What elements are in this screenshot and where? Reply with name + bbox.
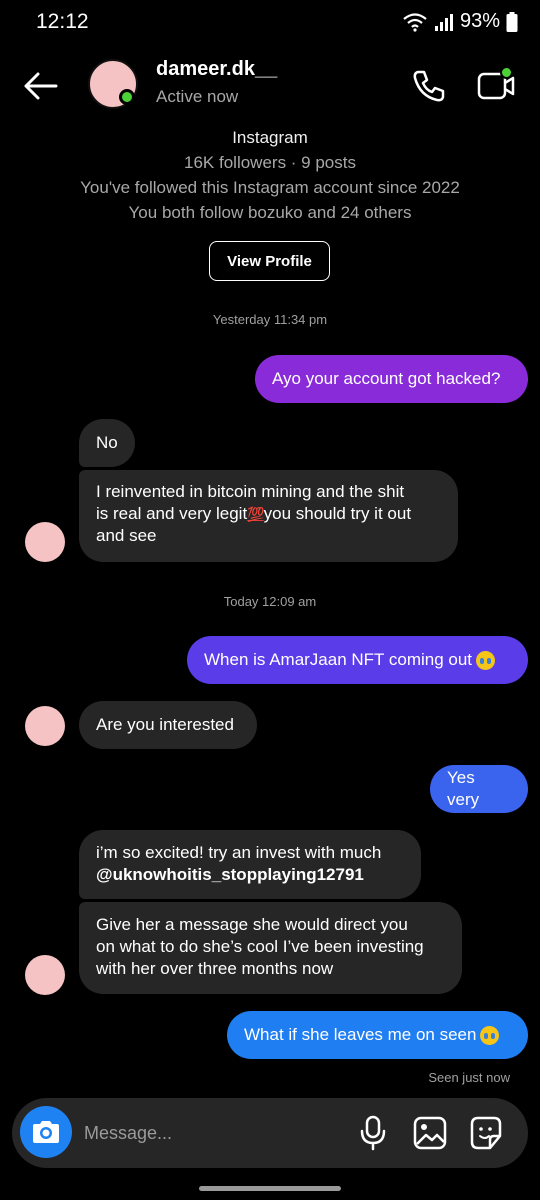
crying-face-emoji <box>476 650 496 670</box>
message-text: Are you interested <box>96 715 234 734</box>
message-line: on what to do she’s cool I’ve been inves… <box>96 937 424 956</box>
message-text: No <box>96 433 118 452</box>
seen-status: Seen just now <box>428 1070 510 1085</box>
incoming-message[interactable]: i’m so excited! try an invest with much … <box>79 830 421 899</box>
message-text: Ayo your account got hacked? <box>272 369 501 388</box>
incoming-message[interactable]: No <box>79 419 135 467</box>
timestamp: Yesterday 11:34 pm <box>212 312 328 327</box>
crying-face-emoji <box>480 1025 500 1045</box>
view-profile-button[interactable]: View Profile <box>209 241 330 281</box>
status-icons: 93% <box>402 10 518 33</box>
hundred-points-emoji: 💯 <box>247 506 264 522</box>
message-line: i’m so excited! try an invest with much <box>96 843 382 862</box>
platform-label: Instagram <box>232 128 308 147</box>
message-line: Give her a message she would direct you <box>96 915 408 934</box>
gallery-button[interactable] <box>412 1114 448 1152</box>
incoming-message[interactable]: Give her a message she would direct you … <box>79 902 462 994</box>
profile-stats: 16K followers · 9 posts <box>184 153 356 172</box>
sticker-icon <box>470 1116 502 1150</box>
outgoing-message[interactable]: Ayo your account got hacked? <box>255 355 528 403</box>
signal-icon <box>434 13 453 31</box>
back-button[interactable] <box>18 64 62 108</box>
message-text: What if she leaves me on seen <box>244 1025 477 1044</box>
home-indicator[interactable] <box>199 1186 341 1191</box>
image-icon <box>413 1116 447 1150</box>
video-active-dot <box>500 66 513 79</box>
sticker-button[interactable] <box>468 1114 504 1152</box>
active-status: Active now <box>156 87 239 106</box>
message-input[interactable] <box>84 1118 334 1148</box>
status-time: 12:12 <box>36 10 89 33</box>
message-fragment: you should try it out <box>263 504 412 523</box>
message-fragment: is real and very legit <box>96 504 248 523</box>
sender-avatar[interactable] <box>25 522 65 562</box>
sender-avatar[interactable] <box>25 706 65 746</box>
incoming-message[interactable]: Are you interested <box>79 701 257 749</box>
wifi-icon <box>403 12 427 32</box>
arrow-left-icon <box>24 72 58 100</box>
message-line: is real and very legit💯you should try it… <box>96 503 441 525</box>
mention-link[interactable]: @uknowhoitis_stopplaying12791 <box>96 864 404 886</box>
camera-button[interactable] <box>20 1106 72 1158</box>
timestamp: Today 12:09 am <box>223 594 317 609</box>
microphone-icon <box>360 1115 386 1151</box>
microphone-button[interactable] <box>356 1114 390 1152</box>
followed-since: You've followed this Instagram account s… <box>80 178 460 197</box>
camera-icon <box>33 1121 59 1143</box>
message-line: with her over three months now <box>96 959 334 978</box>
sender-avatar[interactable] <box>25 955 65 995</box>
battery-percent: 93% <box>459 10 500 32</box>
message-line: I reinvented in bitcoin mining and the s… <box>96 482 405 501</box>
call-button[interactable] <box>406 64 450 108</box>
message-text: Yes very <box>447 768 480 809</box>
username[interactable]: dameer.dk__ <box>156 58 277 81</box>
mutual-followers: You both follow bozuko and 24 others <box>128 203 412 222</box>
battery-icon <box>506 11 518 32</box>
outgoing-message[interactable]: What if she leaves me on seen <box>227 1011 528 1059</box>
outgoing-message[interactable]: Yes very <box>430 765 528 813</box>
phone-icon <box>413 70 445 102</box>
online-indicator <box>119 89 135 105</box>
incoming-message[interactable]: I reinvented in bitcoin mining and the s… <box>79 470 458 562</box>
message-text: When is AmarJaan NFT coming out <box>204 650 473 669</box>
message-line: and see <box>96 526 157 545</box>
outgoing-message[interactable]: When is AmarJaan NFT coming out <box>187 636 528 684</box>
